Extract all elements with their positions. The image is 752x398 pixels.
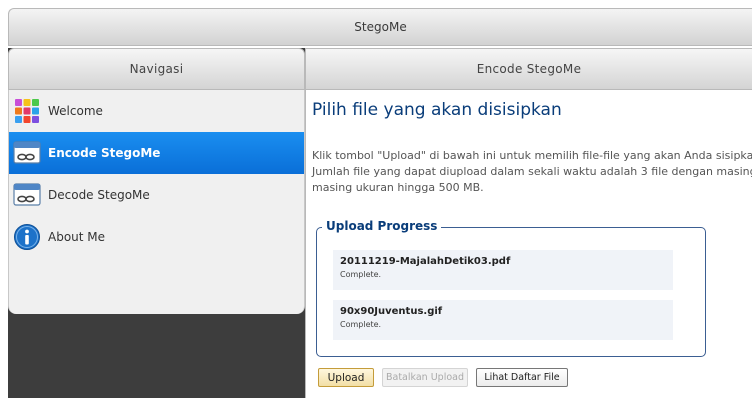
cancel-upload-button[interactable]: Batalkan Upload	[382, 368, 468, 387]
sidebar: Navigasi Welcome Encode StegoMe Decode S…	[8, 48, 305, 398]
sidebar-title: Navigasi	[129, 62, 184, 76]
main-body: Pilih file yang akan disisipkan Klik tom…	[306, 90, 752, 398]
window-link-icon	[12, 180, 42, 210]
sidebar-item-label: About Me	[48, 230, 106, 244]
sidebar-item-about[interactable]: About Me	[9, 216, 304, 258]
nav-list: Welcome Encode StegoMe Decode StegoMe Ab…	[8, 90, 305, 314]
description-text: Klik tombol "Upload" di bawah ini untuk …	[312, 149, 752, 194]
grid-icon	[12, 96, 42, 126]
file-name: 20111219-MajalahDetik03.pdf	[340, 256, 511, 267]
sidebar-item-welcome[interactable]: Welcome	[9, 90, 304, 132]
window-link-icon	[12, 138, 42, 168]
sidebar-header: Navigasi	[8, 48, 305, 90]
upload-file-item: 90x90Juventus.gif Complete.	[333, 300, 673, 340]
upload-progress-box: Upload Progress 20111219-MajalahDetik03.…	[316, 219, 706, 357]
app-title-bar: StegoMe	[8, 8, 752, 46]
sidebar-item-encode[interactable]: Encode StegoMe	[9, 132, 304, 174]
app-title: StegoMe	[354, 20, 407, 34]
upload-button[interactable]: Upload	[318, 368, 374, 387]
sidebar-item-label: Decode StegoMe	[48, 188, 150, 202]
main-header-title: Encode StegoMe	[476, 62, 582, 76]
upload-file-item: 20111219-MajalahDetik03.pdf Complete.	[333, 250, 673, 290]
page-title: Pilih file yang akan disisipkan	[312, 100, 562, 120]
view-file-list-button[interactable]: Lihat Daftar File	[476, 368, 568, 387]
main-header: Encode StegoMe	[306, 48, 752, 90]
main-panel: Encode StegoMe Pilih file yang akan disi…	[305, 48, 752, 398]
sidebar-item-label: Encode StegoMe	[48, 146, 161, 160]
file-status: Complete.	[340, 270, 382, 279]
upload-progress-legend: Upload Progress	[322, 219, 442, 233]
file-name: 90x90Juventus.gif	[340, 306, 443, 317]
info-icon	[12, 222, 42, 252]
file-status: Complete.	[340, 320, 382, 329]
sidebar-item-decode[interactable]: Decode StegoMe	[9, 174, 304, 216]
sidebar-item-label: Welcome	[48, 104, 103, 118]
